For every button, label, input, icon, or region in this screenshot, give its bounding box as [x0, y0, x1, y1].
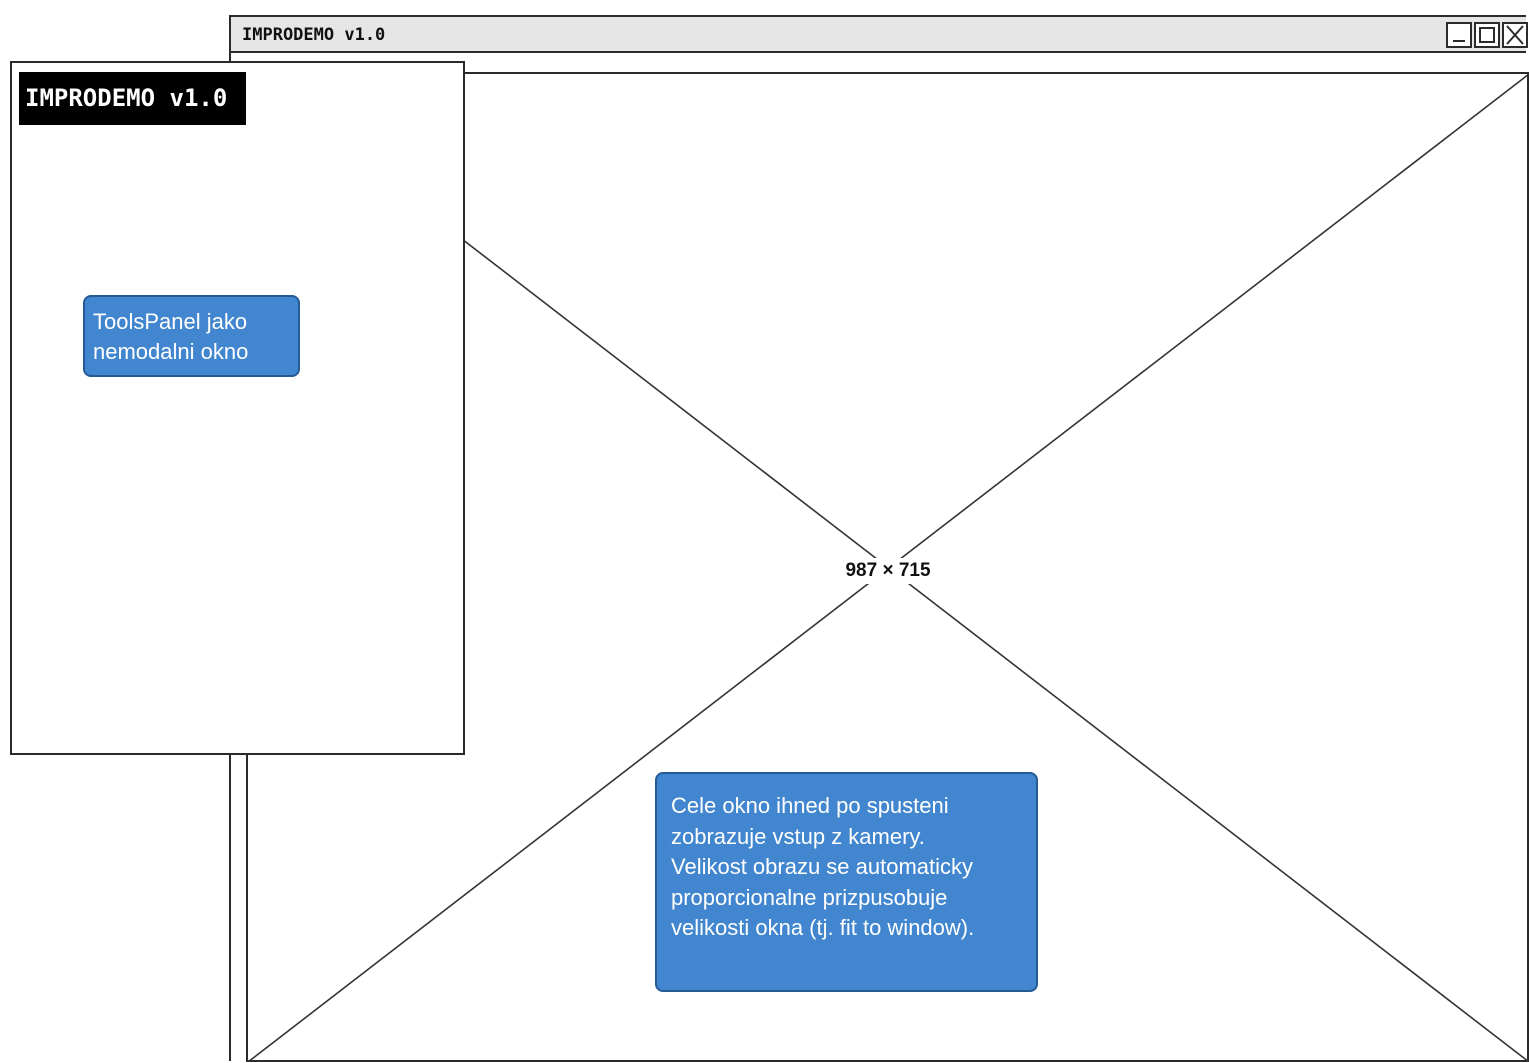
maximize-icon [1479, 27, 1495, 43]
main-callout-line: velikosti okna (tj. fit to window). [671, 915, 975, 940]
minimize-icon [1453, 40, 1465, 42]
window-controls [1446, 22, 1528, 49]
maximize-button[interactable] [1474, 22, 1500, 48]
tools-panel-callout: ToolsPanel jako nemodalni okno [83, 295, 300, 377]
main-callout-line: zobrazuje vstup z kamery. [671, 823, 925, 849]
tools-callout-line: nemodalni okno [93, 339, 249, 364]
minimize-button[interactable] [1446, 22, 1472, 48]
tools-panel-window[interactable]: IMPRODEMO v1.0 [10, 61, 465, 755]
tools-panel-title: IMPRODEMO v1.0 [19, 72, 246, 125]
main-callout-line: Velikost obrazu se automaticky [671, 854, 974, 879]
close-icon [1506, 25, 1524, 45]
close-button[interactable] [1502, 22, 1528, 48]
main-window-title: IMPRODEMO v1.0 [242, 25, 386, 45]
wireframe-canvas: IMPRODEMO v1.0 987 × 715 IMPRODEMO v1.0 … [0, 0, 1529, 1063]
tools-callout-line: ToolsPanel jako [93, 309, 248, 334]
main-callout-line: Cele okno ihned po spusteni [671, 793, 949, 818]
image-dimensions-label: 987 × 715 [838, 558, 938, 584]
main-callout-line: proporcionalne prizpusobuje [671, 884, 948, 910]
main-window-titlebar[interactable]: IMPRODEMO v1.0 [231, 17, 1528, 53]
main-window-callout: Cele okno ihned po spusteni zobrazuje vs… [655, 772, 1038, 992]
